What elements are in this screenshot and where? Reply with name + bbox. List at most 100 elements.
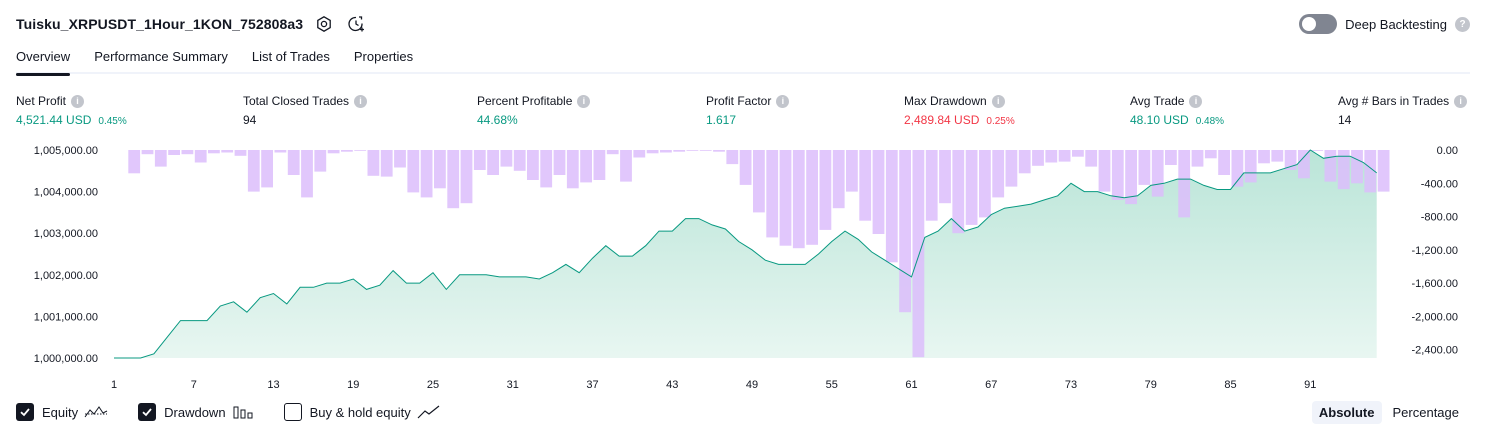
legend-buy-hold-equity[interactable]: Buy & hold equity xyxy=(283,403,441,421)
info-icon[interactable]: i xyxy=(991,94,1005,108)
drawdown-bar xyxy=(1311,150,1324,151)
drawdown-bar xyxy=(1178,150,1191,218)
drawdown-bar xyxy=(1111,150,1124,200)
drawdown-bar xyxy=(341,150,353,152)
drawdown-bar xyxy=(141,150,154,155)
drawdown-bar xyxy=(234,150,247,156)
drawdown-bar xyxy=(859,150,872,221)
tab-list-of-trades[interactable]: List of Trades xyxy=(252,46,330,74)
drawdown-bar xyxy=(1271,150,1284,162)
drawdown-bar xyxy=(872,150,885,234)
drawdown-bar xyxy=(1165,150,1177,165)
drawdown-bar xyxy=(792,150,805,249)
drawdown-bar xyxy=(925,150,938,221)
tab-overview[interactable]: Overview xyxy=(16,46,71,76)
metric-avg-bars-in-trades: Avg # Bars in Trades i 14 xyxy=(1338,93,1468,128)
drawdown-bar xyxy=(832,150,845,209)
drawdown-bar xyxy=(194,150,207,163)
metric-percent-profitable: Percent Profitable i 44.68% xyxy=(477,93,591,128)
legend-label: Drawdown xyxy=(164,404,226,420)
drawdown-bar xyxy=(1218,150,1230,175)
tab-bar: Overview Performance Summary List of Tra… xyxy=(16,46,1470,76)
y-left-tick-label: 1,004,000.00 xyxy=(34,187,98,199)
info-icon[interactable]: i xyxy=(354,94,368,108)
tab-performance-summary[interactable]: Performance Summary xyxy=(94,46,228,74)
drawdown-bar xyxy=(1204,150,1217,159)
drawdown-bar xyxy=(779,150,792,246)
info-icon[interactable]: i xyxy=(776,94,790,108)
drawdown-bar xyxy=(1032,150,1044,166)
x-tick-label: 19 xyxy=(347,379,359,390)
drawdown-bar xyxy=(314,150,327,172)
drawdown-bar xyxy=(885,150,898,263)
y-right-tick-label: 0.00 xyxy=(1437,145,1458,157)
x-tick-label: 91 xyxy=(1304,379,1316,390)
metric-max-drawdown: Max Drawdown i 2,489.84 USD 0.25% xyxy=(904,93,1015,128)
left-y-axis: 1,005,000.00 1,004,000.00 1,003,000.00 1,00… xyxy=(34,145,98,365)
drawdown-checkbox[interactable] xyxy=(138,403,157,421)
metric-value: 4,521.44 USD xyxy=(16,113,92,127)
equity-drawdown-chart[interactable]: 1,005,000.00 1,004,000.00 1,003,000.00 1,00… xyxy=(0,140,1486,390)
drawdown-bar xyxy=(487,150,499,175)
chart-mode-switch: Absolute Percentage xyxy=(1311,401,1467,424)
drawdown-bar xyxy=(660,150,672,153)
x-tick-label: 73 xyxy=(1065,379,1077,390)
x-tick-label: 1 xyxy=(111,379,117,390)
tab-properties[interactable]: Properties xyxy=(354,46,413,74)
x-tick-label: 61 xyxy=(905,379,917,390)
mode-percentage[interactable]: Percentage xyxy=(1386,401,1467,424)
drawdown-bar xyxy=(473,150,486,170)
metric-value: 48.10 USD xyxy=(1130,113,1189,127)
info-icon[interactable]: i xyxy=(1454,94,1468,108)
metric-value: 1.617 xyxy=(706,113,737,127)
y-left-tick-label: 1,001,000.00 xyxy=(34,311,98,323)
drawdown-bar xyxy=(753,150,765,213)
drawdown-bar xyxy=(713,150,725,152)
drawdown-bar xyxy=(593,150,606,180)
drawdown-bar xyxy=(1018,150,1031,174)
x-tick-label: 25 xyxy=(427,379,439,390)
y-right-tick-label: -400.00 xyxy=(1421,178,1458,190)
buy-hold-line-icon xyxy=(417,405,440,419)
drawdown-bar xyxy=(1005,150,1018,187)
drawdown-bar xyxy=(1298,150,1310,179)
settings-icon[interactable] xyxy=(313,13,335,35)
drawdown-bar xyxy=(726,150,739,165)
drawdown-bar xyxy=(819,150,832,230)
drawdown-bar xyxy=(447,150,460,209)
metric-total-closed-trades: Total Closed Trades i 94 xyxy=(243,93,368,128)
deep-backtesting: Deep Backtesting ? xyxy=(1299,13,1470,35)
drawdown-bar xyxy=(553,150,566,175)
x-tick-label: 43 xyxy=(666,379,678,390)
info-icon[interactable]: i xyxy=(1189,94,1203,108)
drawdown-bar xyxy=(979,150,991,218)
legend-drawdown[interactable]: Drawdown xyxy=(138,403,253,421)
drawdown-bar xyxy=(686,150,699,151)
equity-checkbox[interactable] xyxy=(16,403,34,421)
drawdown-bar xyxy=(354,150,367,151)
drawdown-bar xyxy=(181,150,194,155)
metric-percent: 0.25% xyxy=(986,116,1015,127)
drawdown-bar xyxy=(420,150,433,198)
buy-hold-checkbox[interactable] xyxy=(283,403,302,421)
mode-absolute[interactable]: Absolute xyxy=(1311,401,1382,424)
metric-value: 2,489.84 USD xyxy=(904,113,980,127)
deep-backtesting-toggle[interactable] xyxy=(1299,14,1338,34)
strategy-name: Tuisku_XRPUSDT_1Hour_1KON_752808a3 xyxy=(16,16,304,32)
legend-equity[interactable]: Equity xyxy=(16,403,108,421)
drawdown-bar xyxy=(580,150,592,183)
y-left-tick-label: 1,005,000.00 xyxy=(34,145,98,157)
drawdown-bar xyxy=(1138,150,1151,185)
drawdown-bar xyxy=(739,150,752,185)
info-icon[interactable]: i xyxy=(71,94,85,108)
help-icon[interactable]: ? xyxy=(1455,16,1470,32)
drawdown-bar xyxy=(1085,150,1098,167)
drawdown-bar xyxy=(633,150,646,158)
drawdown-bar xyxy=(128,150,141,174)
info-icon[interactable]: i xyxy=(577,94,591,108)
metric-percent: 0.48% xyxy=(1195,116,1225,127)
refresh-clock-icon[interactable] xyxy=(345,13,367,35)
chart-legend: Equity Drawdown Buy & hold equity xyxy=(16,403,471,421)
legend-label: Buy & hold equity xyxy=(309,404,411,420)
drawdown-bar xyxy=(1351,150,1363,184)
